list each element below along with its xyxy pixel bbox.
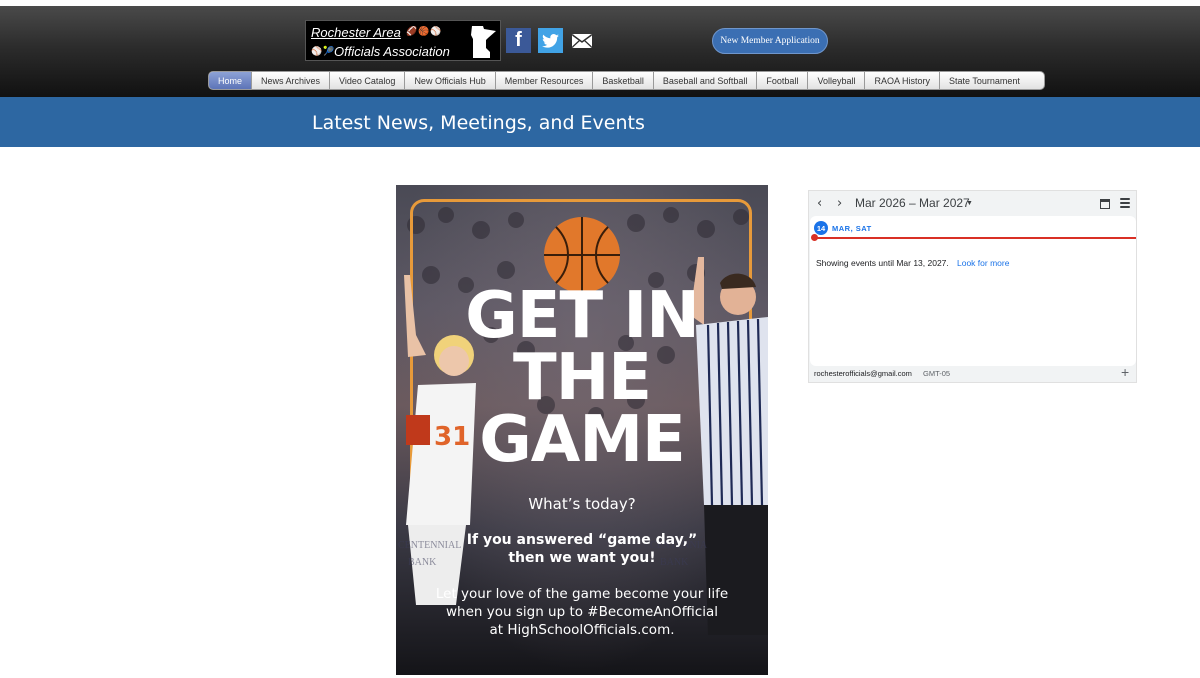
calendar-account: rochesterofficials@gmail.com	[814, 369, 912, 378]
facebook-icon[interactable]: f	[506, 28, 531, 53]
twitter-bird-icon	[542, 33, 559, 48]
google-calendar-widget: ‹ › Mar 2026 – Mar 2027 ▼ 14 MAR, SAT Sh…	[808, 190, 1137, 383]
poster-headline: GET IN THE GAME	[396, 279, 768, 477]
twitter-icon[interactable]	[538, 28, 563, 53]
nav-item-news-archives[interactable]: News Archives	[252, 72, 331, 89]
calendar-timezone: GMT-05	[923, 369, 951, 378]
agenda-view-icon[interactable]	[1120, 198, 1130, 209]
nav-item-new-officials-hub[interactable]: New Officials Hub	[405, 72, 496, 89]
headline-line: THE	[513, 341, 652, 415]
headline-line: GAME	[479, 403, 685, 477]
page-title: Latest News, Meetings, and Events	[312, 112, 645, 134]
minnesota-map-icon	[471, 26, 496, 58]
calendar-toolbar: ‹ › Mar 2026 – Mar 2027 ▼	[809, 191, 1138, 217]
poster-cta-text: Let your love of the game become your li…	[396, 585, 768, 639]
chevron-down-icon[interactable]: ▼	[966, 200, 973, 207]
current-time-line	[813, 237, 1136, 239]
next-icon[interactable]: ›	[837, 196, 842, 211]
add-calendar-icon[interactable]: +	[1121, 364, 1129, 380]
calendar-agenda: 14 MAR, SAT Showing events until Mar 13,…	[810, 216, 1136, 366]
nav-item-volleyball[interactable]: Volleyball	[808, 72, 866, 89]
envelope-icon	[571, 33, 592, 48]
look-for-more-link[interactable]: Look for more	[957, 258, 1009, 268]
nav-item-basketball[interactable]: Basketball	[593, 72, 654, 89]
bold-line: then we want you!	[508, 550, 656, 566]
nav-item-state-tournament[interactable]: State Tournament	[940, 72, 1044, 89]
logo-line-2: Officials Association	[334, 44, 450, 59]
cta-line: at HighSchoolOfficials.com.	[489, 622, 675, 638]
prev-icon[interactable]: ‹	[817, 196, 822, 211]
calendar-view-icon[interactable]	[1100, 199, 1110, 209]
current-time-dot	[811, 234, 818, 241]
nav-item-football[interactable]: Football	[757, 72, 809, 89]
headline-line: GET IN	[465, 279, 700, 353]
facebook-glyph: f	[515, 29, 522, 51]
day-number-badge: 14	[814, 221, 828, 235]
cta-line: Let your love of the game become your li…	[435, 586, 729, 602]
poster-question: What’s today?	[528, 495, 636, 513]
get-in-the-game-poster[interactable]: 31 CENTENNIAL BANK CENTENNIA BANK GET IN…	[396, 185, 768, 675]
nav-item-video-catalog[interactable]: Video Catalog	[330, 72, 406, 89]
calendar-message: Showing events until Mar 13, 2027.	[816, 258, 949, 268]
nav-item-member-resources[interactable]: Member Resources	[496, 72, 594, 89]
main-nav: Home News Archives Video Catalog New Off…	[208, 71, 1045, 90]
day-label: MAR, SAT	[832, 224, 872, 233]
logo-line-1: Rochester Area	[311, 25, 401, 40]
bold-line: If you answered “game day,”	[466, 532, 698, 548]
new-member-application-button[interactable]: New Member Application	[712, 28, 828, 54]
section-banner: Latest News, Meetings, and Events	[0, 97, 1200, 147]
nav-item-baseball-softball[interactable]: Baseball and Softball	[654, 72, 758, 89]
nav-item-home[interactable]: Home	[209, 72, 253, 89]
poster-bold-text: If you answered “game day,” then we want…	[396, 531, 768, 567]
mail-icon[interactable]	[569, 28, 594, 53]
site-header: Rochester Area 🏈🏀⚾ ⚾🎾 Officials Associat…	[0, 6, 1200, 97]
calendar-range-dropdown[interactable]: Mar 2026 – Mar 2027	[855, 196, 970, 210]
nav-item-raoa-history[interactable]: RAOA History	[865, 72, 940, 89]
sports-balls-icon: ⚾🎾	[311, 46, 336, 56]
site-logo[interactable]: Rochester Area 🏈🏀⚾ ⚾🎾 Officials Associat…	[305, 20, 501, 61]
cta-line: when you sign up to #BecomeAnOfficial	[446, 604, 718, 620]
sports-balls-icon: 🏈🏀⚾	[406, 26, 443, 36]
